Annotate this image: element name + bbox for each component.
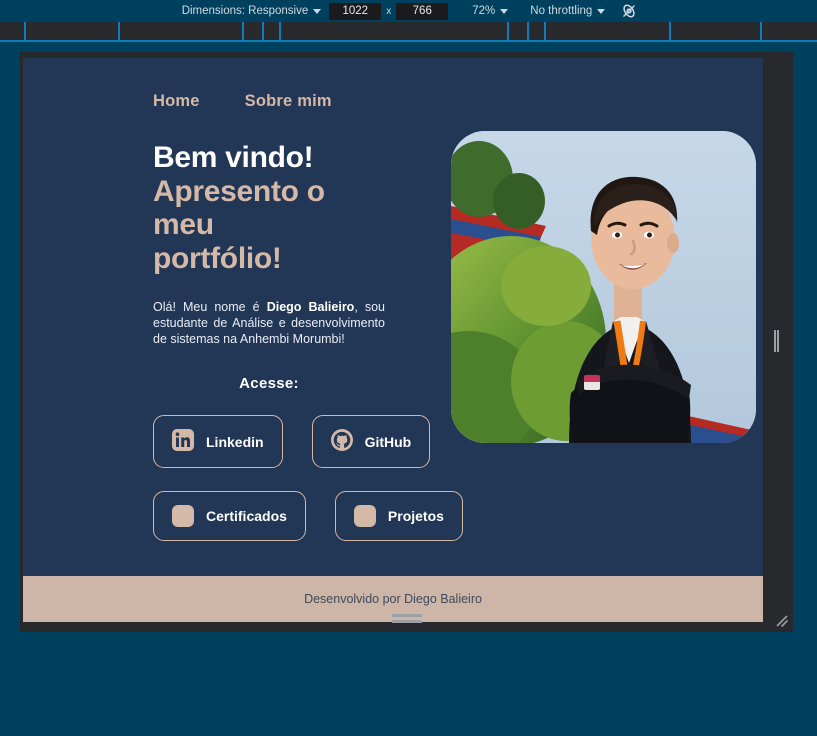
ruler-tick [669,22,671,40]
device-viewport-frame: Home Sobre mim Bem vindo! Apresento o me… [20,52,793,632]
ruler-tick [24,22,26,40]
hero-section: Bem vindo! Apresento o meu portfólio! Ol… [23,111,763,542]
github-button[interactable]: GitHub [311,415,431,469]
resource-button-row: Certificados Projetos [153,491,463,542]
network-conditions-icon[interactable] [618,1,640,21]
certificate-icon [172,505,194,528]
ruler-tick [118,22,120,40]
ruler-tick [544,22,546,40]
social-button-row: Linkedin GitHub [153,415,431,469]
ruler-tick [507,22,509,40]
hero-photo-column [418,111,756,541]
chevron-down-icon [500,8,509,14]
hero-text-column: Bem vindo! Apresento o meu portfólio! Ol… [153,111,463,542]
hero-title-line-4: portfólio! [153,241,282,275]
linkedin-icon [172,429,194,454]
nav-link-sobre-mim[interactable]: Sobre mim [245,92,332,111]
viewport-height-input[interactable] [396,2,449,20]
ruler-underline [0,40,817,42]
certificados-button-label: Certificados [206,508,287,525]
chevron-down-icon [313,8,322,14]
chevron-down-icon [597,8,606,14]
profile-photo [451,131,756,443]
hero-title-line-2: Apresento o [153,174,325,208]
dimensions-selector[interactable]: Dimensions: Responsive [177,1,327,21]
linkedin-button[interactable]: Linkedin [153,415,283,469]
ruler-tick [527,22,529,40]
nav-link-home[interactable]: Home [153,92,200,111]
viewport-width-input[interactable] [329,2,382,20]
viewport-corner-resize-handle[interactable] [774,613,790,629]
ruler-tick [242,22,244,40]
viewport-height-resize-handle[interactable] [391,614,422,623]
ruler-tick [760,22,762,40]
hero-paragraph-pre: Olá! Meu nome é [153,300,267,315]
ruler-tick [279,22,281,40]
ruler-tick [262,22,264,40]
zoom-label: 72% [472,5,496,17]
viewport-width-resize-handle[interactable] [774,330,779,352]
emulated-page: Home Sobre mim Bem vindo! Apresento o me… [23,58,763,622]
viewport-ruler [0,22,817,42]
zoom-selector[interactable]: 72% [467,1,513,21]
throttling-selector[interactable]: No throttling [525,1,610,21]
site-navigation: Home Sobre mim [23,58,763,111]
device-toolbar: Dimensions: Responsive x 72% No throttli… [0,0,817,22]
hero-title-line-1: Bem vindo! [153,141,314,174]
linkedin-button-label: Linkedin [206,433,264,450]
footer-text: Desenvolvido por Diego Balieiro [304,592,482,606]
acesse-heading: Acesse: [239,375,299,393]
hero-paragraph-name: Diego Balieiro [266,300,355,315]
github-icon [330,429,353,454]
github-button-label: GitHub [364,433,412,450]
hero-title-line-3: meu [153,208,214,242]
dimensions-label: Dimensions: Responsive [181,5,309,17]
throttling-label: No throttling [530,5,593,17]
page-title: Bem vindo! Apresento o meu portfólio! [153,141,418,275]
dimensions-separator: x [386,5,392,17]
certificados-button[interactable]: Certificados [153,491,306,542]
hero-paragraph: Olá! Meu nome é Diego Balieiro, sou estu… [153,299,385,347]
projects-icon [353,505,376,528]
